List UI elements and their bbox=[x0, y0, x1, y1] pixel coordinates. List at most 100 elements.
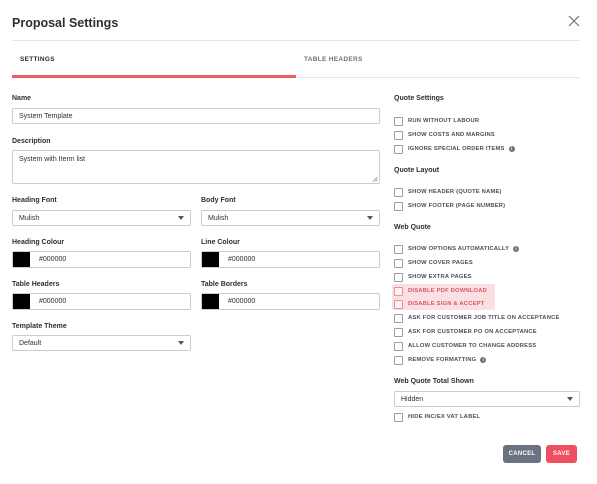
table-headers-label: Table Headers bbox=[12, 281, 60, 288]
template-theme-value: Default bbox=[19, 339, 42, 347]
checkbox[interactable] bbox=[394, 258, 403, 268]
checkbox-label: IGNORE SPECIAL ORDER ITEMS bbox=[408, 146, 505, 152]
heading-colour-picker[interactable]: #000000 bbox=[12, 251, 191, 268]
cancel-button[interactable]: CANCEL bbox=[503, 445, 541, 463]
info-icon[interactable]: i bbox=[480, 357, 487, 363]
color-swatch[interactable] bbox=[13, 294, 30, 309]
checkbox[interactable] bbox=[394, 412, 403, 422]
checkbox-show-extra-pages[interactable]: SHOW EXTRA PAGES bbox=[394, 271, 472, 283]
chevron-down-icon bbox=[178, 341, 184, 345]
table-headers-value: #000000 bbox=[39, 298, 67, 305]
chevron-down-icon bbox=[178, 216, 184, 220]
checkbox-label: ASK FOR CUSTOMER PO ON ACCEPTANCE bbox=[408, 329, 537, 335]
checkbox-label: SHOW COSTS AND MARGINS bbox=[408, 132, 495, 138]
web-quote-total-select[interactable]: Hidden bbox=[394, 391, 580, 407]
tab-divider bbox=[296, 77, 580, 78]
quote-settings-heading: Quote Settings bbox=[394, 95, 444, 102]
checkbox[interactable] bbox=[394, 327, 403, 337]
checkbox[interactable] bbox=[394, 187, 403, 197]
checkbox[interactable] bbox=[394, 286, 403, 296]
chevron-down-icon bbox=[367, 216, 373, 220]
web-quote-total-heading: Web Quote Total Shown bbox=[394, 378, 474, 385]
checkbox-ask-job-title[interactable]: ASK FOR CUSTOMER JOB TITLE ON ACCEPTANCE bbox=[394, 312, 560, 324]
tab-bar: SETTINGS TABLE HEADERS bbox=[12, 41, 580, 78]
close-icon[interactable] bbox=[567, 14, 581, 28]
color-swatch[interactable] bbox=[202, 294, 219, 309]
resize-grip-icon[interactable] bbox=[372, 176, 378, 182]
checkbox-label: REMOVE FORMATTING bbox=[408, 357, 477, 363]
checkbox-run-without-labour[interactable]: RUN WITHOUT LABOUR bbox=[394, 115, 479, 127]
table-borders-value: #000000 bbox=[228, 298, 256, 305]
body-font-select[interactable]: Mulish bbox=[201, 210, 380, 226]
checkbox[interactable] bbox=[394, 341, 403, 351]
heading-font-value: Mulish bbox=[19, 214, 40, 222]
tab-table-headers[interactable]: TABLE HEADERS bbox=[304, 41, 363, 78]
checkbox[interactable] bbox=[394, 144, 403, 154]
checkbox-ask-customer-po[interactable]: ASK FOR CUSTOMER PO ON ACCEPTANCE bbox=[394, 326, 537, 338]
checkbox-label: DISABLE PDF DOWNLOAD bbox=[408, 288, 488, 294]
checkbox-disable-pdf-download[interactable]: DISABLE PDF DOWNLOAD bbox=[394, 285, 487, 297]
heading-colour-label: Heading Colour bbox=[12, 239, 65, 246]
checkbox-remove-formatting[interactable]: REMOVE FORMATTING i bbox=[394, 354, 487, 366]
modal-title: Proposal Settings bbox=[12, 16, 119, 30]
checkbox-label: DISABLE SIGN & ACCEPT bbox=[408, 301, 485, 307]
checkbox-show-header[interactable]: SHOW HEADER (QUOTE NAME) bbox=[394, 186, 502, 198]
checkbox-show-footer[interactable]: SHOW FOOTER (PAGE NUMBER) bbox=[394, 200, 505, 212]
description-label: Description bbox=[12, 138, 51, 145]
web-quote-total-value: Hidden bbox=[401, 395, 424, 403]
heading-font-select[interactable]: Mulish bbox=[12, 210, 191, 226]
line-colour-label: Line Colour bbox=[201, 239, 240, 246]
checkbox-ignore-special-order-items[interactable]: IGNORE SPECIAL ORDER ITEMS i bbox=[394, 143, 515, 155]
table-borders-colour-picker[interactable]: #000000 bbox=[201, 293, 380, 310]
heading-font-label: Heading Font bbox=[12, 197, 57, 204]
checkbox-disable-sign-and-accept[interactable]: DISABLE SIGN & ACCEPT bbox=[394, 298, 484, 310]
checkbox-label: HIDE INC/EX VAT LABEL bbox=[408, 414, 481, 420]
checkbox[interactable] bbox=[394, 355, 403, 365]
template-theme-select[interactable]: Default bbox=[12, 335, 191, 351]
checkbox-label: SHOW FOOTER (PAGE NUMBER) bbox=[408, 203, 506, 209]
color-swatch[interactable] bbox=[202, 252, 219, 267]
description-textarea[interactable]: System with Iterm list bbox=[12, 150, 380, 184]
checkbox-show-costs-and-margins[interactable]: SHOW COSTS AND MARGINS bbox=[394, 129, 495, 141]
save-button[interactable]: SAVE bbox=[546, 445, 577, 463]
quote-layout-heading: Quote Layout bbox=[394, 167, 440, 174]
heading-colour-value: #000000 bbox=[39, 256, 67, 263]
line-colour-value: #000000 bbox=[228, 256, 256, 263]
checkbox-show-cover-pages[interactable]: SHOW COVER PAGES bbox=[394, 257, 473, 269]
body-font-label: Body Font bbox=[201, 197, 236, 204]
line-colour-picker[interactable]: #000000 bbox=[201, 251, 380, 268]
tab-settings[interactable]: SETTINGS bbox=[20, 41, 55, 78]
checkbox[interactable] bbox=[394, 272, 403, 282]
template-theme-label: Template Theme bbox=[12, 323, 67, 330]
checkbox-label: SHOW OPTIONS AUTOMATICALLY bbox=[408, 246, 510, 252]
info-icon[interactable]: i bbox=[513, 246, 520, 252]
checkbox-label: SHOW COVER PAGES bbox=[408, 260, 473, 266]
name-label: Name bbox=[12, 95, 32, 102]
checkbox-show-options-automatically[interactable]: SHOW OPTIONS AUTOMATICALLY i bbox=[394, 243, 520, 255]
info-icon[interactable]: i bbox=[508, 146, 515, 152]
color-swatch[interactable] bbox=[13, 252, 30, 267]
checkbox-label: RUN WITHOUT LABOUR bbox=[408, 118, 480, 124]
checkbox[interactable] bbox=[394, 244, 403, 254]
checkbox-label: SHOW EXTRA PAGES bbox=[408, 274, 472, 280]
name-input[interactable]: System Template bbox=[12, 108, 380, 124]
table-borders-label: Table Borders bbox=[201, 281, 248, 288]
checkbox-hide-vat-label[interactable]: HIDE INC/EX VAT LABEL bbox=[394, 411, 480, 423]
checkbox-label: ASK FOR CUSTOMER JOB TITLE ON ACCEPTANCE bbox=[408, 315, 560, 321]
checkbox[interactable] bbox=[394, 313, 403, 323]
checkbox[interactable] bbox=[394, 299, 403, 309]
checkbox[interactable] bbox=[394, 201, 403, 211]
name-value: System Template bbox=[19, 112, 73, 120]
body-font-value: Mulish bbox=[208, 214, 229, 222]
checkbox[interactable] bbox=[394, 116, 403, 126]
web-quote-heading: Web Quote bbox=[394, 224, 431, 231]
chevron-down-icon bbox=[567, 397, 573, 401]
checkbox-label: SHOW HEADER (QUOTE NAME) bbox=[408, 189, 502, 195]
tab-active-indicator bbox=[12, 75, 296, 78]
description-value: System with Iterm list bbox=[19, 156, 86, 163]
table-headers-colour-picker[interactable]: #000000 bbox=[12, 293, 191, 310]
checkbox-label: ALLOW CUSTOMER TO CHANGE ADDRESS bbox=[408, 343, 537, 349]
checkbox[interactable] bbox=[394, 130, 403, 140]
proposal-settings-modal: Proposal Settings SETTINGS TABLE HEADERS… bbox=[0, 0, 597, 484]
checkbox-allow-change-address[interactable]: ALLOW CUSTOMER TO CHANGE ADDRESS bbox=[394, 340, 536, 352]
